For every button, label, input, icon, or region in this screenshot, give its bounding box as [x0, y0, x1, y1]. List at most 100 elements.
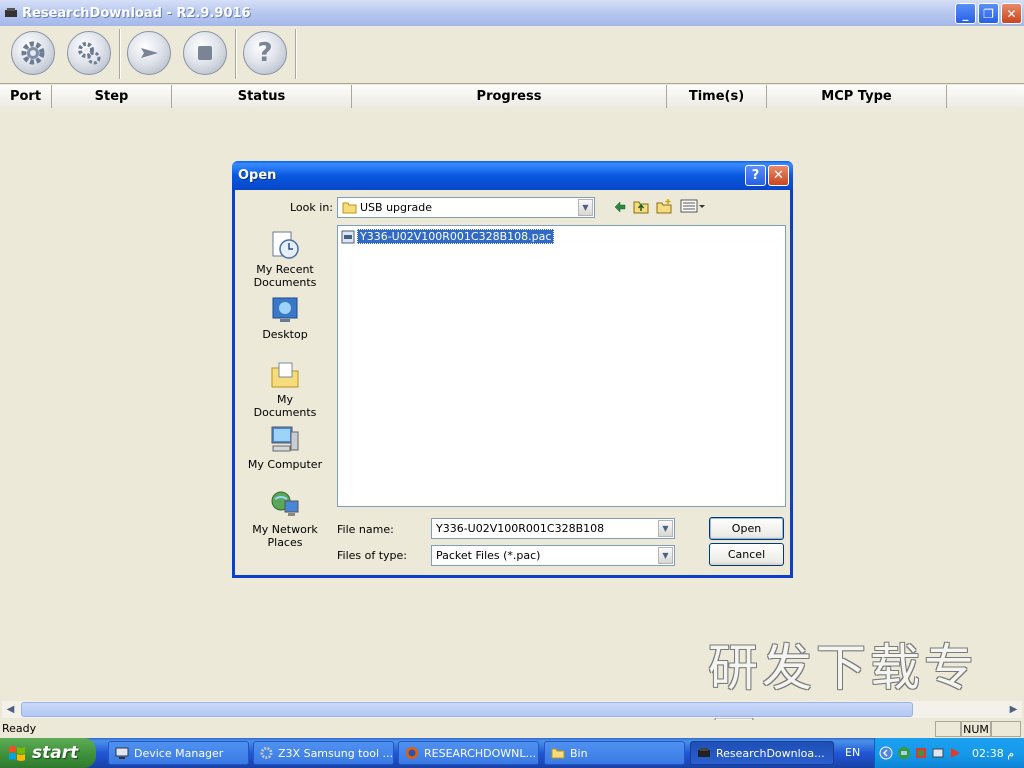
- look-in-value: USB upgrade: [360, 201, 433, 214]
- cancel-button[interactable]: Cancel: [709, 543, 784, 566]
- network-tray-icon[interactable]: [897, 746, 911, 760]
- my-documents-icon: [271, 362, 299, 388]
- up-folder-icon[interactable]: [633, 199, 649, 214]
- place-label: Desktop: [262, 328, 308, 341]
- horizontal-scrollbar[interactable]: ◀ ▶: [2, 701, 1022, 718]
- task-label: RESEARCHDOWNL...: [424, 746, 536, 760]
- column-port[interactable]: Port: [0, 85, 52, 108]
- pac-file-icon: [341, 230, 355, 243]
- system-tray: 02:38 م: [874, 738, 1024, 768]
- column-progress[interactable]: Progress: [352, 85, 667, 108]
- column-step[interactable]: Step: [52, 85, 172, 108]
- place-recent-documents[interactable]: My Recent Documents: [247, 229, 323, 289]
- multi-gear-icon: [78, 42, 101, 65]
- folder-icon: [342, 202, 357, 214]
- my-computer-icon: [271, 426, 299, 452]
- place-my-documents[interactable]: My Documents: [247, 359, 323, 419]
- column-mcp-type[interactable]: MCP Type: [767, 85, 947, 108]
- back-icon[interactable]: [613, 200, 627, 214]
- column-filler: [947, 85, 1024, 108]
- stop-button[interactable]: [183, 31, 227, 75]
- file-type-dropdown[interactable]: Packet Files (*.pac) ▼: [431, 545, 675, 566]
- place-network[interactable]: My Network Places: [247, 489, 323, 549]
- stop-icon: [198, 46, 212, 60]
- chevron-down-icon[interactable]: ▼: [578, 199, 593, 216]
- dialog-help-button[interactable]: ?: [745, 165, 766, 186]
- start-label: start: [32, 743, 79, 763]
- restore-button[interactable]: ❐: [978, 3, 999, 24]
- app-icon: [698, 748, 710, 757]
- place-my-computer[interactable]: My Computer: [247, 424, 323, 471]
- network-places-icon: [271, 491, 299, 516]
- place-label: My Computer: [247, 458, 323, 471]
- start-download-button[interactable]: [127, 31, 171, 75]
- column-status[interactable]: Status: [172, 85, 352, 108]
- multi-settings-button[interactable]: [67, 31, 111, 75]
- settings-button[interactable]: [11, 31, 55, 75]
- status-bar: Ready NUM: [0, 720, 1024, 738]
- chevron-down-icon[interactable]: ▼: [658, 520, 673, 537]
- task-researchdownload-app[interactable]: ResearchDownloa...: [690, 741, 834, 765]
- windows-logo-icon: [9, 746, 25, 761]
- place-desktop[interactable]: Desktop: [247, 294, 323, 341]
- scroll-thumb[interactable]: [21, 702, 913, 717]
- task-researchdownload-browser[interactable]: RESEARCHDOWNL...: [398, 741, 539, 765]
- task-device-manager[interactable]: Device Manager: [108, 741, 249, 765]
- help-icon: ?: [257, 38, 273, 68]
- file-name-combo[interactable]: Y336-U02V100R001C328B108 ▼: [431, 518, 675, 539]
- gear-icon: [260, 746, 273, 760]
- window-title: ResearchDownload - R2.9.9016: [22, 5, 251, 21]
- open-button[interactable]: Open: [709, 517, 784, 540]
- usb-tray-icon[interactable]: [931, 746, 945, 760]
- security-tray-icon[interactable]: [914, 746, 928, 760]
- status-panel-empty: [935, 721, 961, 737]
- tray-expand-icon[interactable]: [879, 746, 893, 760]
- recent-documents-icon: [272, 231, 299, 259]
- column-time[interactable]: Time(s): [667, 85, 767, 108]
- folder-icon: [551, 748, 565, 759]
- file-list[interactable]: Y336-U02V100R001C328B108.pac: [337, 225, 786, 507]
- status-panel-empty-2: [991, 721, 1021, 737]
- play-icon: [141, 48, 158, 58]
- media-tray-icon[interactable]: [948, 746, 962, 760]
- chevron-down-icon[interactable]: ▼: [658, 547, 673, 564]
- task-label: Bin: [570, 746, 588, 760]
- dialog-title: Open: [238, 168, 277, 183]
- place-label: My Documents: [253, 393, 317, 419]
- minimize-button[interactable]: _: [955, 3, 976, 24]
- file-type-label: Files of type:: [337, 549, 408, 562]
- device-manager-icon: [115, 747, 129, 759]
- dialog-close-button[interactable]: ✕: [768, 165, 789, 186]
- clock[interactable]: 02:38 م: [972, 747, 1014, 760]
- task-label: ResearchDownloa...: [716, 746, 825, 760]
- task-label: Z3X Samsung tool ...: [278, 746, 393, 760]
- firefox-icon: [406, 747, 418, 759]
- scroll-left-icon[interactable]: ◀: [2, 701, 19, 718]
- taskbar: start Device Manager Z3X Samsung tool ..…: [0, 738, 1024, 768]
- scroll-right-icon[interactable]: ▶: [1005, 701, 1022, 718]
- dialog-title-bar[interactable]: Open ? ✕: [232, 161, 793, 190]
- settings-gear-icon: [21, 41, 45, 65]
- help-button[interactable]: ?: [243, 31, 287, 75]
- new-folder-icon[interactable]: [656, 198, 673, 214]
- file-type-value: Packet Files (*.pac): [436, 549, 541, 562]
- file-name-input[interactable]: Y336-U02V100R001C328B108: [436, 522, 604, 535]
- file-item[interactable]: Y336-U02V100R001C328B108.pac: [341, 229, 555, 244]
- main-title-bar[interactable]: ResearchDownload - R2.9.9016 _ ❐ ✕: [0, 0, 1024, 26]
- close-button[interactable]: ✕: [1001, 3, 1022, 24]
- task-bin-folder[interactable]: Bin: [544, 741, 685, 765]
- file-name: Y336-U02V100R001C328B108.pac: [357, 229, 555, 244]
- start-button[interactable]: start: [0, 738, 96, 768]
- look-in-label: Look in:: [290, 201, 333, 214]
- port-list-header: Port Step Status Progress Time(s) MCP Ty…: [0, 85, 1024, 108]
- task-z3x-samsung-tool[interactable]: Z3X Samsung tool ...: [253, 741, 394, 765]
- look-in-dropdown[interactable]: USB upgrade ▼: [337, 197, 595, 218]
- language-indicator[interactable]: EN: [845, 746, 860, 759]
- place-label: My Network Places: [252, 523, 318, 549]
- desktop-icon: [272, 297, 298, 322]
- view-menu-icon[interactable]: [680, 199, 706, 213]
- task-label: Device Manager: [134, 746, 224, 760]
- file-name-label: File name:: [337, 523, 394, 536]
- place-label: My Recent Documents: [253, 263, 317, 289]
- open-file-dialog: Open ? ✕ Look in: USB upgrade ▼ My Recen…: [232, 161, 793, 578]
